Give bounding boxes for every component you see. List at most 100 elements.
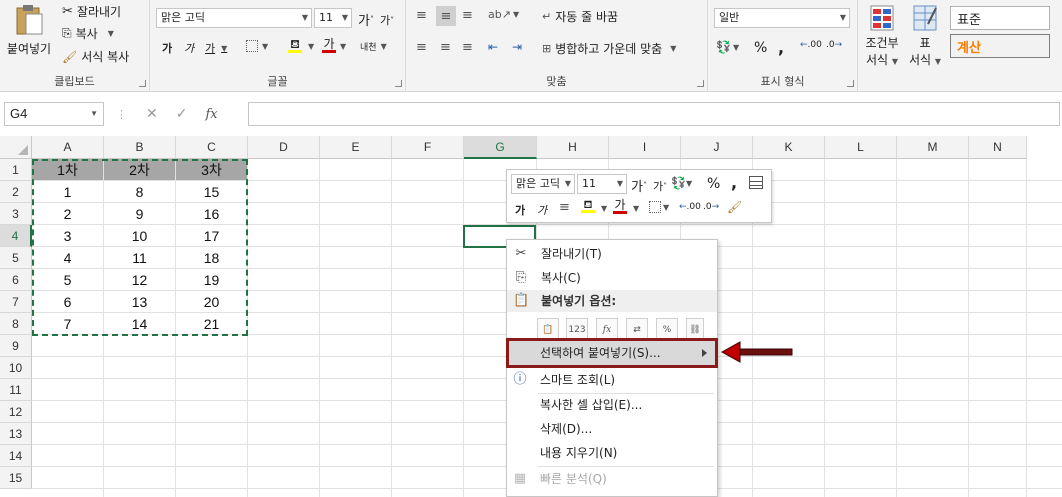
- menu-item-smart-lookup[interactable]: ⓘ 스마트 조회(L): [506, 368, 716, 392]
- align-right-button[interactable]: ≡: [462, 40, 473, 55]
- column-header-h[interactable]: H: [537, 136, 609, 159]
- border-button[interactable]: ▼: [246, 40, 268, 52]
- mini-shrink-font-button[interactable]: 가 ˅: [653, 178, 667, 194]
- style-normal-swatch[interactable]: 표준: [950, 6, 1050, 30]
- menu-item-insert-copied[interactable]: 복사한 셀 삽입(E)...: [506, 393, 716, 417]
- font-launcher-icon[interactable]: [395, 80, 402, 87]
- row-header-13[interactable]: 13: [0, 423, 32, 445]
- function-icon[interactable]: fx: [205, 107, 217, 122]
- font-color-button[interactable]: 가: [322, 38, 336, 53]
- data-cell[interactable]: 17: [176, 225, 247, 246]
- menu-item-copy[interactable]: ⎘ 복사(C): [507, 266, 717, 290]
- column-header-l[interactable]: L: [825, 136, 897, 159]
- fill-color-button[interactable]: ⛾: [288, 38, 302, 53]
- row-header-11[interactable]: 11: [0, 379, 32, 401]
- paste-option-formulas-icon[interactable]: fx: [596, 318, 618, 340]
- mini-fill-color-button[interactable]: ⛾: [581, 199, 595, 213]
- mini-font-name-combo[interactable]: 맑은 고딕 ▼: [511, 174, 575, 194]
- data-cell[interactable]: 8: [104, 181, 175, 202]
- merge-center-button[interactable]: ⊞ 병합하고 가운데 맞춤 ▼: [542, 40, 676, 57]
- mini-format-painter-button[interactable]: 🖌: [727, 200, 742, 214]
- align-left-button[interactable]: ≡: [416, 40, 427, 55]
- row-header-10[interactable]: 10: [0, 357, 32, 379]
- column-header-m[interactable]: M: [897, 136, 969, 159]
- row-header-1[interactable]: 1: [0, 159, 32, 181]
- underline-button[interactable]: 가 ▼: [205, 40, 227, 56]
- header-cell[interactable]: 2차: [104, 159, 175, 180]
- increase-decimal-button[interactable]: ← .00: [800, 40, 822, 50]
- header-cell[interactable]: 3차: [176, 159, 247, 180]
- header-cell[interactable]: 1차: [32, 159, 103, 180]
- confirm-icon[interactable]: ✓: [176, 106, 188, 122]
- row-header-8[interactable]: 8: [0, 313, 32, 335]
- font-size-combo[interactable]: 11 ▼: [314, 8, 352, 28]
- copy-button[interactable]: ⎘ 복사 ▼: [62, 25, 114, 42]
- data-cell[interactable]: 20: [176, 291, 247, 312]
- data-cell[interactable]: 19: [176, 269, 247, 290]
- paste-button[interactable]: 붙여넣기: [6, 4, 52, 62]
- comma-button[interactable]: ,: [778, 38, 784, 57]
- data-cell[interactable]: 13: [104, 291, 175, 312]
- mini-accounting-button[interactable]: 💱 ▼: [671, 176, 692, 190]
- data-cell[interactable]: 10: [104, 225, 175, 246]
- cut-button[interactable]: ✂ 잘라내기: [62, 3, 121, 20]
- mini-bold-button[interactable]: 가: [515, 202, 525, 218]
- chevron-down-icon[interactable]: ▼: [340, 42, 346, 51]
- row-header-5[interactable]: 5: [0, 247, 32, 269]
- data-cell[interactable]: 16: [176, 203, 247, 224]
- column-header-a[interactable]: A: [32, 136, 104, 159]
- mini-percent-button[interactable]: %: [707, 176, 720, 192]
- paste-option-formatting-icon[interactable]: %: [656, 318, 678, 340]
- data-cell[interactable]: 6: [32, 291, 103, 312]
- column-header-j[interactable]: J: [681, 136, 753, 159]
- chevron-down-icon[interactable]: ▼: [308, 42, 314, 51]
- menu-item-delete[interactable]: 삭제(D)...: [506, 417, 716, 441]
- clipboard-launcher-icon[interactable]: [139, 80, 146, 87]
- percent-button[interactable]: %: [754, 40, 767, 56]
- align-top-button[interactable]: ≡: [416, 8, 427, 23]
- align-middle-button[interactable]: ≡: [436, 6, 456, 26]
- paste-option-transpose-icon[interactable]: ⇄: [626, 318, 648, 340]
- row-header-2[interactable]: 2: [0, 181, 32, 203]
- chevron-down-icon[interactable]: ▼: [633, 204, 639, 213]
- orientation-button[interactable]: ab↗ ▼: [488, 8, 519, 21]
- mini-table-button[interactable]: [749, 176, 763, 189]
- data-cell[interactable]: 18: [176, 247, 247, 268]
- row-header-7[interactable]: 7: [0, 291, 32, 313]
- mini-comma-button[interactable]: ,: [731, 173, 737, 192]
- bold-button[interactable]: 가: [162, 40, 172, 56]
- row-header-12[interactable]: 12: [0, 401, 32, 423]
- menu-item-paste-special[interactable]: 선택하여 붙여넣기(S)...: [506, 338, 718, 368]
- column-header-d[interactable]: D: [248, 136, 320, 159]
- mini-increase-decimal-button[interactable]: ← .00: [679, 202, 701, 212]
- increase-indent-button[interactable]: ⇥: [512, 40, 522, 54]
- mini-grow-font-button[interactable]: 가 ˄: [631, 176, 647, 195]
- select-all-corner[interactable]: [0, 136, 32, 159]
- format-as-table-button[interactable]: 표 서식 ▼: [906, 4, 944, 68]
- wrap-text-button[interactable]: ↵ 자동 줄 바꿈: [542, 8, 618, 25]
- column-header-n[interactable]: N: [969, 136, 1027, 159]
- chevron-down-icon[interactable]: ▼: [601, 204, 607, 213]
- conditional-format-button[interactable]: 조건부 서식 ▼: [862, 4, 902, 68]
- mini-align-center-button[interactable]: ≡: [559, 200, 570, 215]
- row-header-3[interactable]: 3: [0, 203, 32, 225]
- data-cell[interactable]: 21: [176, 313, 247, 334]
- mini-decrease-decimal-button[interactable]: .0 →: [703, 202, 719, 212]
- column-header-g[interactable]: G: [464, 136, 537, 159]
- row-header-6[interactable]: 6: [0, 269, 32, 291]
- align-center-button[interactable]: ≡: [440, 40, 451, 55]
- style-calc-swatch[interactable]: 계산: [950, 34, 1050, 58]
- row-header-4[interactable]: 4: [0, 225, 32, 247]
- data-cell[interactable]: 12: [104, 269, 175, 290]
- column-header-c[interactable]: C: [176, 136, 248, 159]
- data-cell[interactable]: 15: [176, 181, 247, 202]
- row-header-14[interactable]: 14: [0, 445, 32, 467]
- decrease-decimal-button[interactable]: .0 →: [826, 40, 842, 50]
- accounting-format-button[interactable]: 💱 ▼: [716, 40, 739, 54]
- data-cell[interactable]: 3: [32, 225, 103, 246]
- italic-button[interactable]: 가: [184, 40, 194, 56]
- cancel-icon[interactable]: ✕: [146, 106, 158, 122]
- paste-option-link-icon[interactable]: ⛓: [686, 318, 704, 340]
- grow-font-button[interactable]: 가 ˄: [358, 10, 374, 29]
- shrink-font-button[interactable]: 가 ˅: [380, 12, 394, 28]
